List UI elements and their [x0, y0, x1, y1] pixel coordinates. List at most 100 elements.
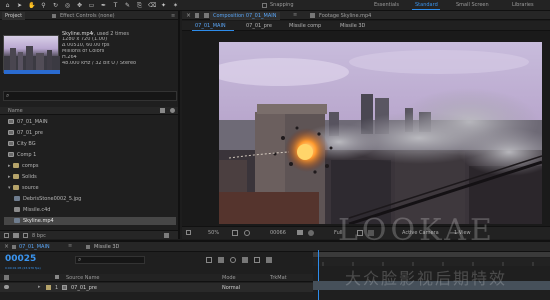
home-icon[interactable]: ⌂: [4, 2, 11, 9]
project-item[interactable]: ▸ Solids: [4, 173, 176, 181]
expand-arrow-icon[interactable]: ▸: [38, 284, 41, 290]
new-comp-icon[interactable]: [23, 233, 28, 238]
comp-viewer[interactable]: [219, 42, 542, 224]
zoom-dropdown[interactable]: 50%: [205, 229, 225, 237]
timeline-search-field[interactable]: ⌕: [75, 256, 145, 264]
panel-menu-icon[interactable]: ≡: [171, 13, 175, 19]
frame-blending-icon[interactable]: [242, 257, 248, 263]
tab-timeline-missile-3d[interactable]: Missile 3D: [94, 244, 119, 250]
project-item-label: DebrisStone0002_5.jpg: [23, 196, 82, 202]
panel-menu-icon[interactable]: ≡: [293, 12, 297, 18]
graph-editor-icon[interactable]: [266, 257, 272, 263]
pan-behind-icon[interactable]: ✥: [76, 2, 83, 9]
layer-mode-dropdown[interactable]: Normal: [222, 285, 240, 291]
grid-icon[interactable]: [232, 230, 238, 236]
project-item[interactable]: DebrisStone0002_5.jpg: [4, 195, 176, 203]
search-icon: ⌕: [78, 256, 82, 263]
project-item[interactable]: Skyline.mp4: [4, 217, 176, 225]
tab-footage[interactable]: Footage Skyline.mp4: [316, 12, 374, 20]
tab-effect-controls[interactable]: Effect Controls (none): [57, 12, 118, 20]
motion-blur-icon[interactable]: [254, 257, 260, 263]
project-item[interactable]: ▾ source: [4, 184, 176, 192]
draft-3d-icon[interactable]: [218, 257, 224, 263]
lock-icon[interactable]: [195, 13, 199, 18]
video-file-icon: [14, 218, 20, 223]
current-time-indicator[interactable]: [318, 250, 319, 300]
type-icon[interactable]: T: [112, 2, 119, 9]
visibility-eye-icon[interactable]: [4, 285, 9, 289]
folder-icon: [13, 185, 19, 190]
project-item[interactable]: 07_01_pre: [4, 129, 176, 137]
eraser-icon[interactable]: ⌫: [148, 2, 156, 9]
thumbnail-skyline: [4, 46, 60, 74]
project-item[interactable]: Missile.c4d: [4, 206, 176, 214]
workspace-small-screen[interactable]: Small Screen: [456, 2, 489, 8]
roto-icon[interactable]: ✦: [160, 2, 167, 9]
mode-header[interactable]: Mode: [222, 275, 236, 281]
tab-composition[interactable]: Composition 07_01_MAIN: [210, 12, 280, 20]
layer-row[interactable]: ▸ 1 07_01_pre Normal: [0, 283, 313, 292]
comp-mini-flowchart-icon[interactable]: [206, 257, 212, 263]
work-area-bar[interactable]: [313, 252, 550, 257]
project-item[interactable]: 07_01_MAIN: [4, 118, 176, 126]
hand-icon[interactable]: ✋: [28, 2, 35, 9]
shy-icon[interactable]: [230, 257, 236, 263]
close-icon[interactable]: ×: [4, 243, 9, 250]
snapping-checkbox[interactable]: [262, 3, 267, 8]
project-column-header: Name: [0, 107, 178, 115]
brush-icon[interactable]: ✎: [124, 2, 131, 9]
rotate-icon[interactable]: ↻: [52, 2, 59, 9]
project-item[interactable]: Comp 1: [4, 151, 176, 159]
always-preview-icon[interactable]: [186, 230, 191, 235]
zoom-icon[interactable]: ⚲: [40, 2, 47, 9]
layer-label-color[interactable]: [46, 285, 51, 290]
composition-icon: [8, 141, 14, 146]
trkmat-header[interactable]: TrkMat: [270, 275, 287, 281]
project-search-field[interactable]: ⌕: [3, 91, 177, 101]
pen-icon[interactable]: ✒: [100, 2, 107, 9]
snapshot-icon[interactable]: [297, 230, 303, 235]
info-dimensions: 1280 x 720 (1.00): [62, 37, 108, 42]
workspace-standard[interactable]: Standard: [415, 2, 438, 8]
label-column-icon[interactable]: [160, 108, 165, 113]
project-panel: Project Effect Controls (none) ≡ Skyline…: [0, 11, 180, 239]
subtab-07-01-pre[interactable]: 07_01_pre: [246, 23, 272, 29]
panel-menu-icon[interactable]: ≡: [68, 243, 72, 249]
composition-panel-header: × Composition 07_01_MAIN ≡ Footage Skyli…: [182, 11, 550, 20]
source-name-header[interactable]: Source Name: [66, 275, 100, 281]
info-colors: Millions of Colors: [62, 49, 105, 54]
workspace-essentials[interactable]: Essentials: [374, 2, 399, 8]
rectangle-icon[interactable]: ▭: [88, 2, 95, 9]
project-item[interactable]: ▸ comps: [4, 162, 176, 170]
show-channel-icon[interactable]: [308, 230, 314, 236]
puppet-icon[interactable]: ✶: [172, 2, 179, 9]
comp-subtabs: 07_01_MAIN 07_01_pre Missile comp Missil…: [182, 21, 550, 31]
close-icon[interactable]: ×: [186, 12, 191, 19]
watermark-logo: LOOKAE: [338, 213, 496, 248]
workspace-libraries[interactable]: Libraries: [512, 2, 534, 8]
current-time-sub: 0:00:01:05 (23.976 fps): [5, 266, 41, 270]
delete-icon[interactable]: [164, 233, 169, 238]
project-search-input[interactable]: [13, 93, 173, 100]
project-item[interactable]: City BG: [4, 140, 176, 148]
current-time-display[interactable]: 00025: [5, 254, 36, 264]
column-name-label[interactable]: Name: [8, 108, 23, 114]
layer-column-header: Source Name Mode TrkMat: [0, 274, 313, 282]
current-frame[interactable]: 00066: [270, 230, 286, 236]
layer-source-name[interactable]: 07_01_pre: [71, 285, 97, 291]
bpc-label[interactable]: 8 bpc: [32, 233, 46, 239]
subtab-missile-comp[interactable]: Missile comp: [289, 23, 321, 29]
clone-icon[interactable]: ⎘: [136, 2, 143, 9]
new-folder-icon[interactable]: [13, 233, 19, 238]
subtab-07-01-main[interactable]: 07_01_MAIN: [195, 23, 226, 29]
project-item-label: 07_01_MAIN: [17, 119, 48, 125]
subtab-missile-3d[interactable]: Missile 3D: [340, 23, 365, 29]
mask-icon[interactable]: [244, 230, 250, 236]
camera-icon[interactable]: ◎: [64, 2, 71, 9]
arrow-icon[interactable]: ➤: [16, 2, 23, 9]
folder-icon: [13, 163, 19, 168]
type-column-icon[interactable]: [170, 108, 175, 113]
interpret-footage-icon[interactable]: [4, 233, 9, 238]
tab-project[interactable]: Project: [2, 12, 26, 20]
tab-timeline-main[interactable]: 07_01_MAIN: [19, 244, 50, 250]
